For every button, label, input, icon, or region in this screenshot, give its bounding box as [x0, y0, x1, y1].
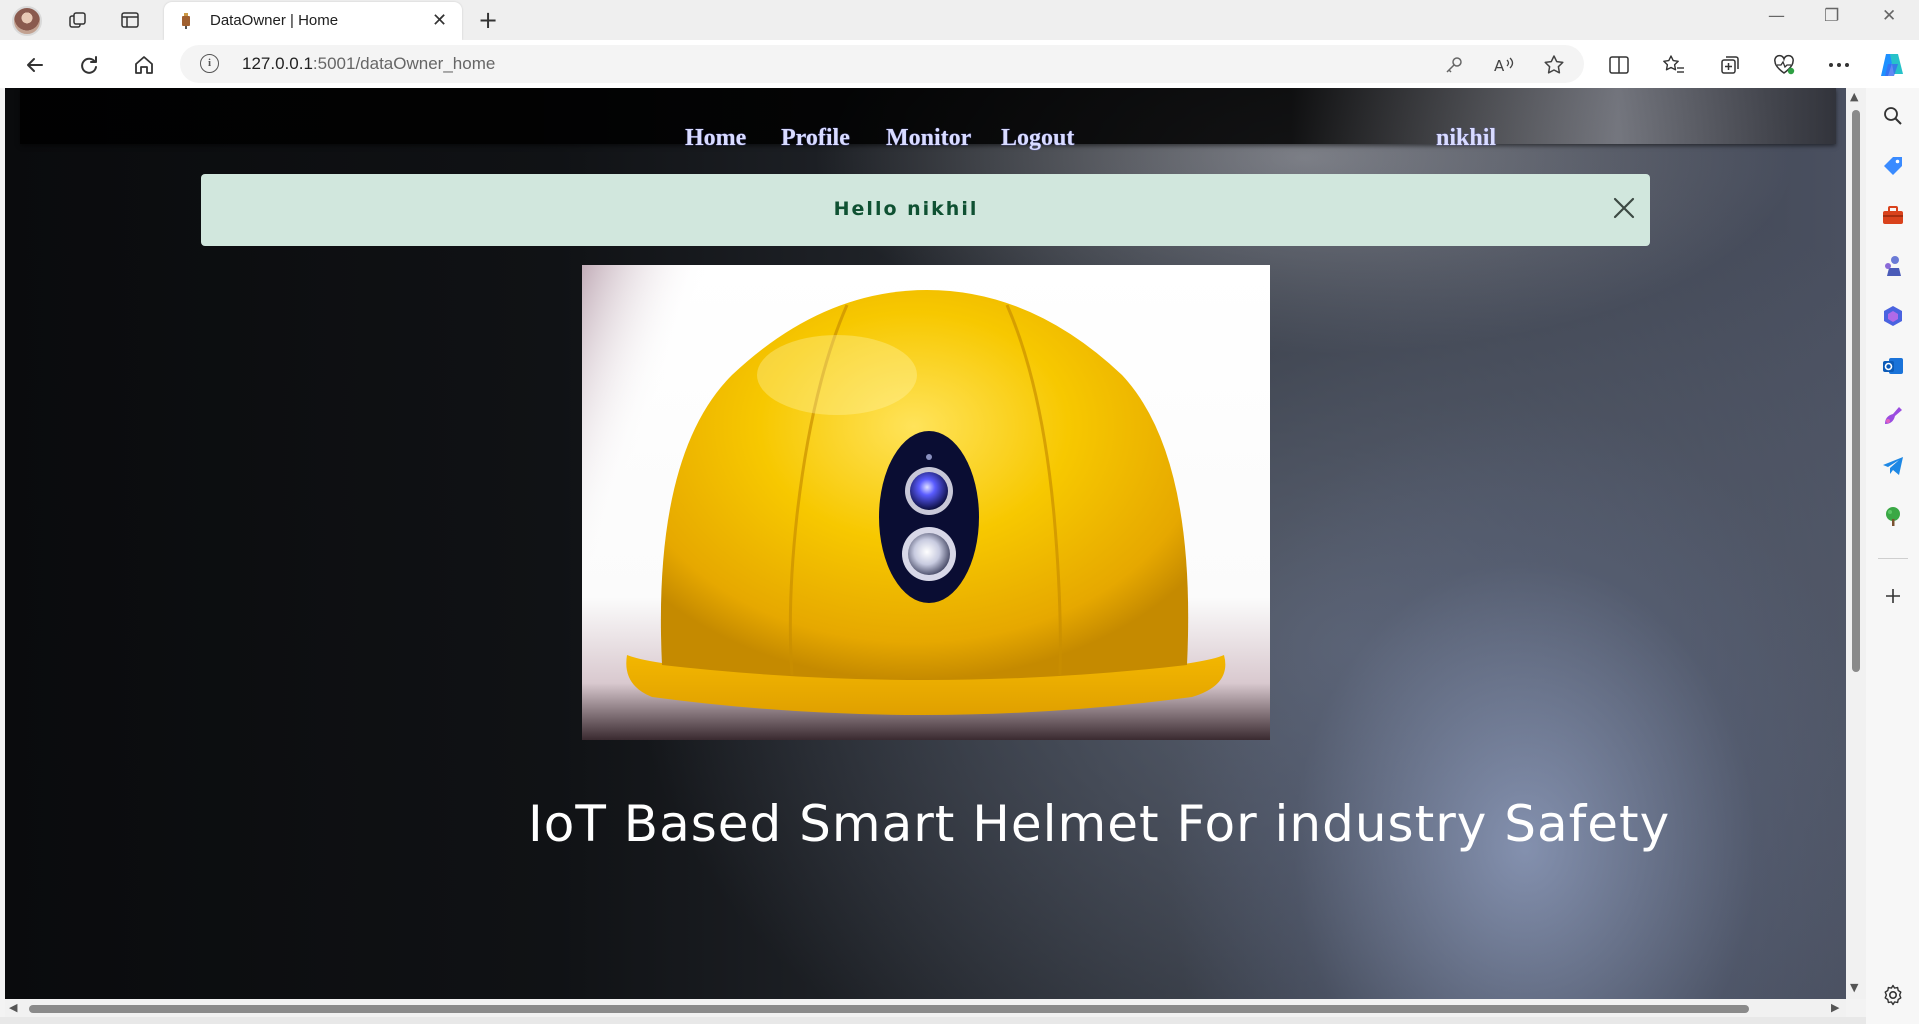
games-icon[interactable] [1881, 254, 1905, 278]
site-navbar: Home Profile Monitor Logout nikhil [20, 88, 1836, 151]
page-viewport: Home Profile Monitor Logout nikhil Hello… [5, 88, 1846, 999]
scroll-down-icon[interactable]: ▼ [1850, 981, 1858, 994]
scroll-up-icon[interactable]: ▲ [1850, 90, 1858, 103]
profile-avatar[interactable] [12, 6, 42, 36]
performance-icon[interactable] [1770, 53, 1798, 77]
settings-icon[interactable] [1881, 983, 1905, 1007]
read-aloud-icon[interactable]: A [1492, 53, 1516, 77]
address-bar[interactable]: i 127.0.0.1:5001/dataOwner_home A [180, 45, 1584, 83]
tree-icon[interactable] [1881, 504, 1905, 528]
copilot-icon[interactable] [1878, 53, 1906, 77]
minimize-button[interactable]: — [1768, 6, 1785, 26]
horizontal-scrollbar[interactable]: ◀ ▶ [5, 999, 1846, 1017]
workspaces-icon[interactable] [62, 6, 94, 34]
tools-icon[interactable] [1881, 204, 1905, 228]
favorite-star-icon[interactable] [1542, 53, 1566, 77]
tab-close-icon[interactable]: ✕ [432, 10, 447, 31]
edge-sidebar [1866, 88, 1919, 1024]
browser-toolbar: i 127.0.0.1:5001/dataOwner_home A [0, 40, 1919, 88]
nav-monitor-link[interactable]: Monitor [886, 125, 971, 152]
telegram-icon[interactable] [1881, 454, 1905, 478]
window-bottom-edge [0, 1017, 1919, 1024]
split-screen-icon[interactable] [1605, 53, 1633, 77]
welcome-alert: Hello nikhil [201, 174, 1650, 246]
microsoft365-icon[interactable] [1881, 304, 1905, 328]
svg-text:A: A [1494, 57, 1505, 75]
more-icon[interactable] [1825, 53, 1853, 77]
smart-helmet-illustration [582, 265, 1226, 715]
sidebar-divider [1878, 558, 1908, 559]
refresh-icon[interactable] [74, 50, 104, 80]
horizontal-scroll-thumb[interactable] [29, 1005, 1749, 1013]
add-icon[interactable] [1881, 584, 1905, 608]
outlook-icon[interactable] [1881, 354, 1905, 378]
back-icon[interactable] [20, 50, 50, 80]
favorites-icon[interactable] [1660, 53, 1688, 77]
page-headline: IoT Based Smart Helmet For industry Safe… [528, 795, 1671, 853]
active-tab[interactable]: DataOwner | Home ✕ [164, 2, 462, 40]
title-bar: DataOwner | Home ✕ + — ❐ ✕ [0, 0, 1919, 40]
alert-close-icon[interactable] [1610, 194, 1638, 222]
info-icon[interactable]: i [200, 54, 219, 73]
nav-profile-link[interactable]: Profile [781, 125, 850, 152]
search-icon[interactable] [1881, 104, 1905, 128]
collections-icon[interactable] [1716, 53, 1744, 77]
nav-username: nikhil [1436, 125, 1497, 151]
url-text[interactable]: 127.0.0.1:5001/dataOwner_home [242, 54, 495, 74]
designer-icon[interactable] [1881, 404, 1905, 428]
home-icon[interactable] [129, 50, 159, 80]
scroll-right-icon[interactable]: ▶ [1831, 1001, 1839, 1014]
vertical-scrollbar[interactable]: ▲ ▼ [1846, 88, 1866, 999]
helmet-image [582, 265, 1270, 740]
password-key-icon[interactable] [1442, 53, 1466, 77]
nav-home-link[interactable]: Home [685, 125, 746, 152]
new-tab-button[interactable]: + [478, 6, 498, 34]
nav-logout-link[interactable]: Logout [1001, 125, 1074, 152]
tab-favicon-icon [182, 13, 190, 29]
restore-button[interactable]: ❐ [1824, 6, 1839, 26]
tab-title: DataOwner | Home [210, 12, 339, 29]
tab-actions-icon[interactable] [114, 6, 146, 34]
scroll-left-icon[interactable]: ◀ [9, 1001, 17, 1014]
alert-message: Hello nikhil [833, 198, 979, 220]
shopping-icon[interactable] [1881, 154, 1905, 178]
vertical-scroll-thumb[interactable] [1852, 110, 1860, 672]
close-window-button[interactable]: ✕ [1882, 6, 1896, 26]
